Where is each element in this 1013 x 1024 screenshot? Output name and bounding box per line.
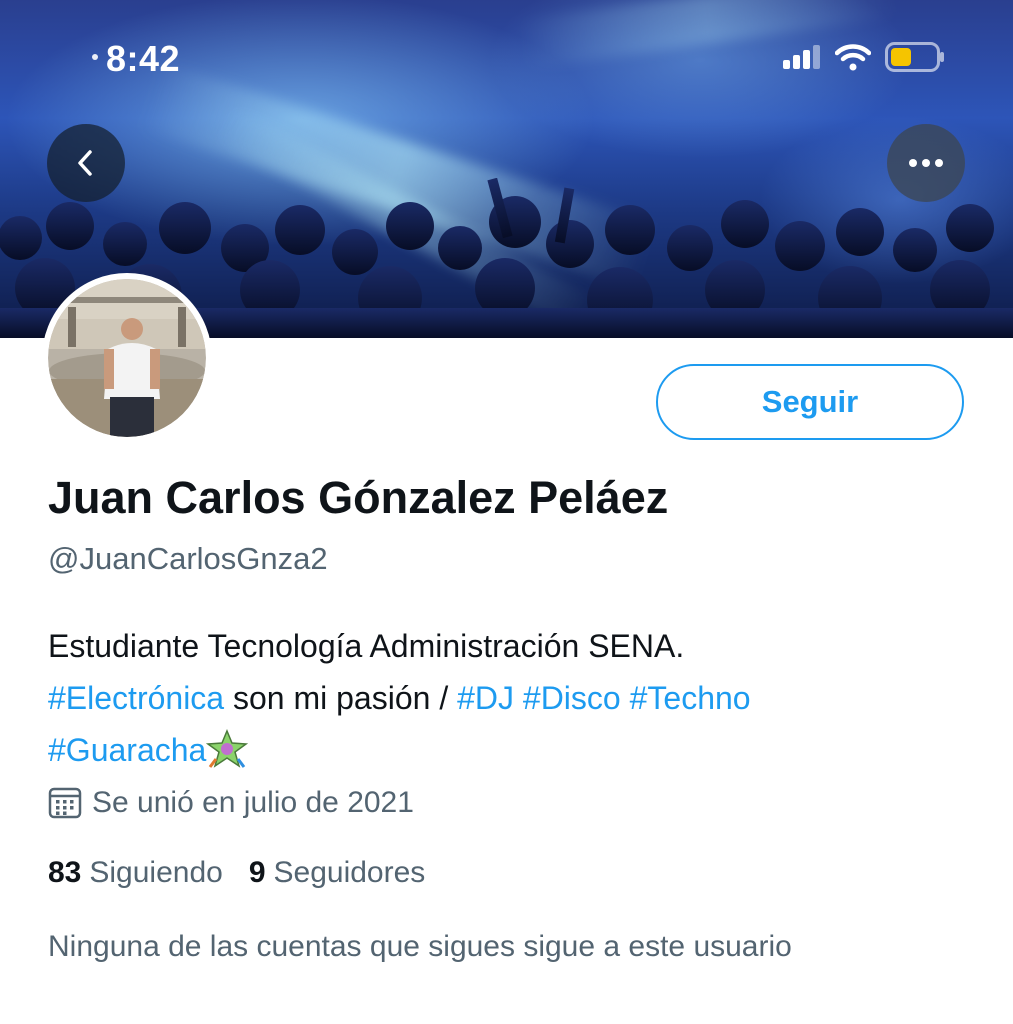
cellular-signal-icon	[783, 45, 820, 69]
mutual-followers-note: Ninguna de las cuentas que sigues sigue …	[48, 930, 792, 963]
profile-stats: 83 Siguiendo 9 Seguidores	[48, 856, 425, 890]
calendar-icon	[48, 787, 82, 819]
following-count: 83	[48, 856, 82, 889]
following-link[interactable]: 83 Siguiendo	[48, 856, 223, 890]
status-bar-icons	[783, 42, 945, 72]
profile-name: Juan Carlos Gónzalez Peláez	[48, 472, 669, 523]
bio-line-2: #Electrónica son mi pasión / #DJ #Disco …	[48, 672, 978, 724]
hashtag-electronica[interactable]: #Electrónica	[48, 680, 224, 716]
bio-text-pasion: son mi pasión /	[224, 680, 458, 716]
chevron-left-icon	[78, 150, 92, 176]
status-bar-time: 8:42	[106, 38, 181, 79]
avatar-photo	[48, 279, 206, 437]
ellipsis-icon	[909, 159, 943, 167]
followers-label: Seguidores	[273, 856, 426, 889]
hashtag-techno[interactable]: #Techno	[630, 680, 751, 716]
pinata-icon	[206, 729, 249, 768]
wifi-icon	[835, 44, 871, 71]
bio-line-1: Estudiante Tecnología Administración SEN…	[48, 628, 685, 664]
followers-link[interactable]: 9 Seguidores	[249, 856, 425, 890]
hashtag-dj[interactable]: #DJ	[457, 680, 514, 716]
status-indicator-dot	[92, 54, 98, 60]
battery-low-icon	[885, 42, 944, 72]
back-button[interactable]	[47, 124, 125, 202]
following-label: Siguiendo	[89, 856, 223, 889]
profile-handle: @JuanCarlosGnza2	[48, 541, 328, 576]
avatar[interactable]	[42, 273, 212, 443]
bio-line-3: #Guaracha	[48, 724, 978, 776]
hashtag-disco[interactable]: #Disco	[523, 680, 621, 716]
joined-text: Se unió en julio de 2021	[92, 786, 414, 819]
joined-date: Se unió en julio de 2021	[48, 786, 414, 820]
profile-bio: Estudiante Tecnología Administración SEN…	[48, 620, 978, 776]
followers-count: 9	[248, 856, 266, 889]
profile-page: 8:42 Seguir Juan Carlos Gónzalez Peláez …	[0, 0, 1013, 1024]
more-options-button[interactable]	[887, 124, 965, 202]
follow-button[interactable]: Seguir	[656, 364, 964, 440]
hashtag-guaracha[interactable]: #Guaracha	[48, 732, 206, 768]
